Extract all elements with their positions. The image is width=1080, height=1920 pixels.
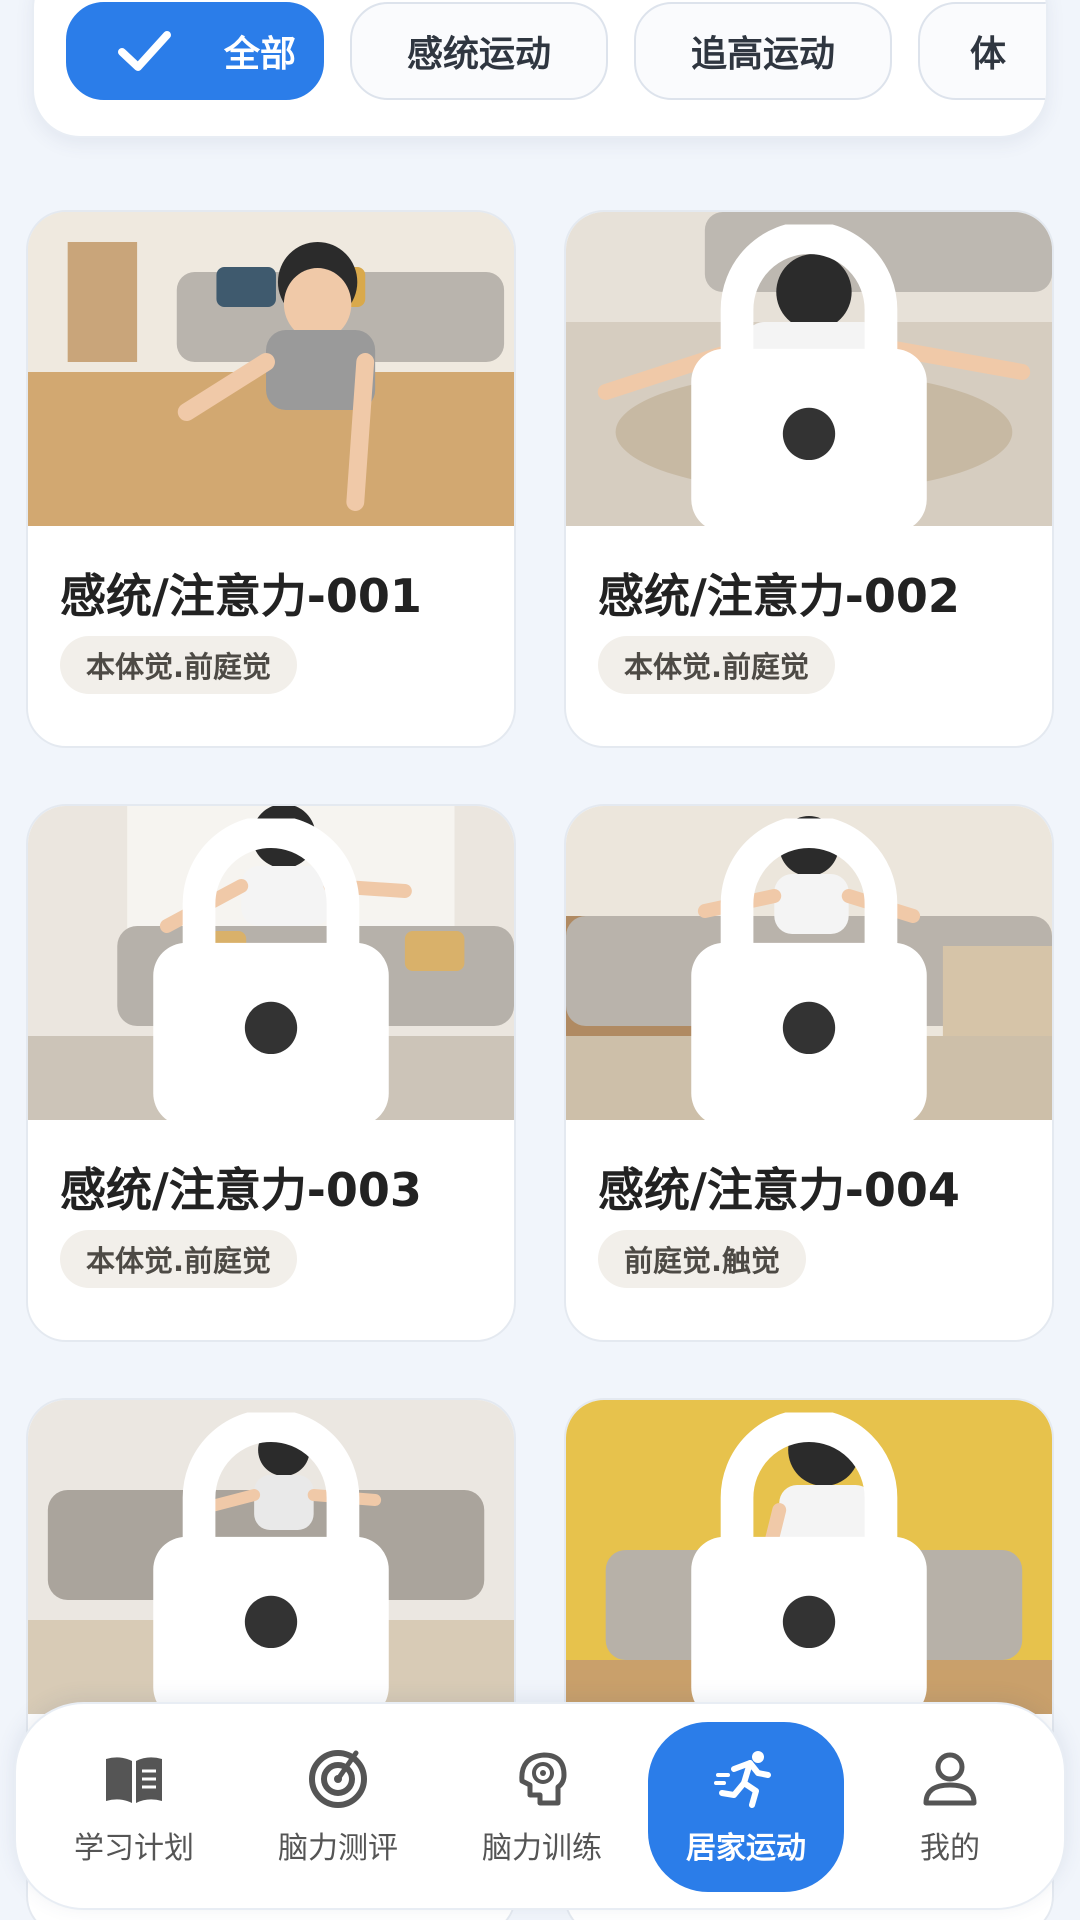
filter-chip-more[interactable]: 体: [918, 2, 1046, 100]
category-filter-bar: 全部 感统运动 追高运动 体: [32, 0, 1048, 138]
filter-chips: 全部 感统运动 追高运动 体: [66, 2, 1046, 102]
exercise-card[interactable]: 感统/注意力-004 前庭觉.触觉: [564, 804, 1054, 1342]
nav-study-plan[interactable]: 学习计划: [36, 1722, 232, 1892]
nav-brain-assessment[interactable]: 脑力测评: [240, 1722, 436, 1892]
exercise-title: 感统/注意力-003: [60, 1163, 422, 1217]
exercise-tag: 本体觉.前庭觉: [598, 636, 836, 694]
book-icon: [106, 1757, 162, 1803]
target-icon: [309, 1750, 367, 1808]
exercise-card[interactable]: 感统/注意力-002 本体觉.前庭觉: [564, 210, 1054, 748]
filter-chip-label: 感统运动: [406, 34, 551, 75]
exercise-thumbnail: [566, 212, 1052, 526]
exercise-tag: 本体觉.前庭觉: [60, 1230, 298, 1288]
filter-chip-label: 追高运动: [690, 34, 835, 75]
nav-brain-training[interactable]: 脑力训练: [444, 1722, 640, 1892]
nav-label: 脑力训练: [482, 1831, 602, 1866]
user-icon: [923, 1752, 977, 1806]
exercise-title: 感统/注意力-001: [60, 569, 422, 623]
exercise-card[interactable]: 感统/注意力-001 本体觉.前庭觉: [26, 210, 516, 748]
nav-label: 学习计划: [74, 1831, 194, 1866]
exercise-card[interactable]: 感统/注意力-003 本体觉.前庭觉: [26, 804, 516, 1342]
exercise-thumbnail: [28, 806, 514, 1120]
lock-icon: [691, 1412, 927, 1714]
lock-icon: [153, 818, 389, 1120]
filter-chip-label: 全部: [224, 34, 297, 75]
lock-icon: [691, 818, 927, 1120]
bottom-nav: 学习计划 脑力测评 脑力训练 居家运动 我的: [14, 1702, 1066, 1910]
nav-mine[interactable]: 我的: [852, 1722, 1048, 1892]
lock-icon: [153, 1412, 389, 1714]
nav-home-exercise[interactable]: 居家运动: [648, 1722, 844, 1892]
check-icon: [118, 31, 171, 71]
exercise-tag: 前庭觉.触觉: [598, 1230, 807, 1288]
exercise-thumbnail: [28, 1400, 514, 1714]
filter-chip-all[interactable]: 全部: [66, 2, 324, 100]
exercise-title: 感统/注意力-002: [598, 569, 960, 623]
exercise-title: 感统/注意力-004: [598, 1163, 960, 1217]
filter-chip-height[interactable]: 追高运动: [634, 2, 892, 100]
exercise-thumbnail: [566, 806, 1052, 1120]
nav-label: 我的: [920, 1831, 980, 1866]
exercise-thumbnail: [28, 212, 514, 526]
filter-chip-sensory[interactable]: 感统运动: [350, 2, 608, 100]
nav-label: 居家运动: [686, 1831, 806, 1866]
filter-chip-label: 体: [970, 34, 1007, 75]
nav-label: 脑力测评: [278, 1831, 398, 1866]
exercise-thumbnail: [566, 1400, 1052, 1714]
lock-icon: [691, 224, 927, 526]
exercise-tag: 本体觉.前庭觉: [60, 636, 298, 694]
brain-gear-icon: [519, 1752, 567, 1806]
running-icon: [714, 1751, 771, 1808]
